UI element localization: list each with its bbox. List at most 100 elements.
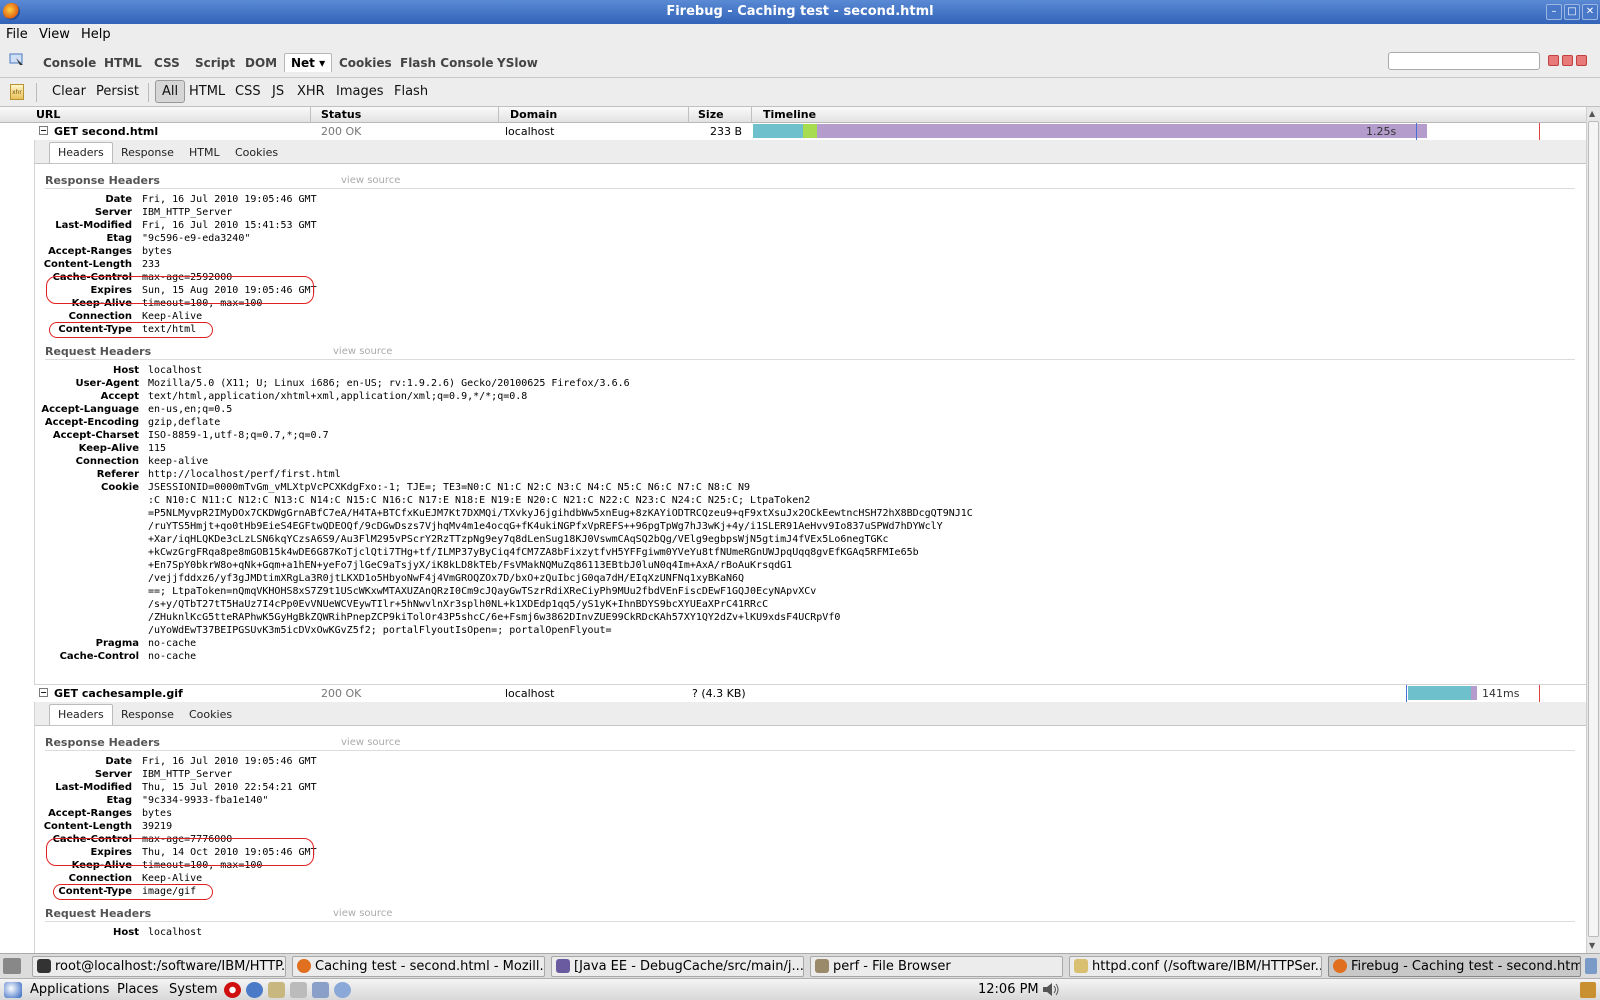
header-row: Cache-Control no-cache — [35, 650, 1535, 663]
tab-headers[interactable]: Headers — [49, 704, 113, 725]
column-timeline[interactable]: Timeline — [763, 108, 816, 121]
column-size[interactable]: Size — [698, 108, 724, 121]
inspect-icon[interactable] — [9, 53, 25, 67]
request-domain: localhost — [505, 687, 555, 700]
highlight-content-type — [53, 884, 213, 900]
header-value: ISO-8859-1,utf-8;q=0.7,*;q=0.7 — [148, 430, 329, 441]
places-menu[interactable]: Places — [117, 982, 158, 997]
tab-dom[interactable]: DOM — [245, 56, 277, 70]
column-domain[interactable]: Domain — [510, 108, 557, 121]
search-input[interactable] — [1388, 52, 1540, 70]
taskbar-item[interactable]: root@localhost:/software/IBM/HTTP... — [32, 956, 286, 977]
taskbar-item[interactable]: perf - File Browser — [810, 956, 1063, 977]
filter-flash[interactable]: Flash — [394, 84, 428, 99]
taskbar-item[interactable]: Caching test - second.html - Mozill... — [292, 956, 545, 977]
filter-images[interactable]: Images — [336, 84, 384, 99]
column-url[interactable]: URL — [36, 108, 60, 121]
tab-cookies-detail[interactable]: Cookies — [189, 708, 232, 721]
tab-html-preview[interactable]: HTML — [189, 146, 220, 159]
file-manager-icon[interactable] — [290, 982, 307, 998]
tab-script[interactable]: Script — [195, 56, 235, 70]
network-icon[interactable] — [334, 982, 351, 998]
tab-cookies-detail[interactable]: Cookies — [235, 146, 278, 159]
web-browser-icon[interactable] — [246, 982, 263, 998]
filter-js[interactable]: JS — [272, 84, 284, 99]
header-value: Fri, 16 Jul 2010 15:41:53 GMT — [142, 220, 317, 231]
response-headers-title: Response Headers — [45, 736, 160, 749]
tab-html[interactable]: HTML — [104, 56, 142, 70]
menu-help[interactable]: Help — [81, 27, 111, 42]
view-source-link[interactable]: view source — [333, 908, 392, 919]
taskbar-item[interactable]: [Java EE - DebugCache/src/main/j... — [551, 956, 804, 977]
header-name: Referer — [96, 469, 139, 480]
tab-response[interactable]: Response — [121, 708, 174, 721]
scroll-thumb[interactable] — [1588, 121, 1599, 937]
view-source-link[interactable]: view source — [341, 737, 400, 748]
header-row: Accept-Language en-us,en;q=0.5 — [35, 403, 1535, 416]
response-headers-title: Response Headers — [45, 174, 160, 187]
request-headers-title: Request Headers — [45, 907, 152, 920]
scroll-up-icon[interactable]: ▲ — [1589, 109, 1595, 118]
tab-cookies[interactable]: Cookies — [339, 56, 392, 70]
close-button[interactable]: ✕ — [1582, 4, 1598, 20]
header-value: en-us,en;q=0.5 — [148, 404, 233, 415]
tab-response[interactable]: Response — [121, 146, 174, 159]
header-name: Connection — [75, 456, 139, 467]
filter-xhr[interactable]: XHR — [297, 84, 325, 99]
header-value: 39219 — [142, 821, 173, 832]
view-source-link[interactable]: view source — [333, 346, 392, 357]
header-value: "9c596-e9-eda3240" — [142, 233, 251, 244]
vertical-scrollbar[interactable]: ▲ ▼ — [1586, 107, 1600, 953]
tab-flash-console[interactable]: Flash Console — [400, 56, 494, 70]
header-name: Accept-Language — [41, 404, 139, 415]
maximize-button[interactable]: □ — [1564, 4, 1580, 20]
detach-firebug-icon[interactable] — [1562, 55, 1573, 66]
applications-menu[interactable]: Applications — [30, 982, 109, 997]
clear-button[interactable]: Clear — [52, 84, 86, 99]
filter-html[interactable]: HTML — [189, 84, 225, 99]
tab-css[interactable]: CSS — [154, 56, 180, 70]
menu-view[interactable]: View — [39, 27, 70, 42]
show-desktop-icon[interactable] — [3, 958, 21, 974]
minimize-button[interactable]: – — [1546, 4, 1562, 20]
taskbar-item[interactable]: Firebug - Caching test - second.html — [1328, 956, 1581, 977]
filter-all[interactable]: All — [155, 80, 186, 103]
request-time: 1.25s — [1366, 125, 1397, 138]
close-firebug-icon[interactable] — [1576, 55, 1587, 66]
column-status[interactable]: Status — [321, 108, 361, 121]
scroll-down-icon[interactable]: ▼ — [1589, 941, 1595, 950]
collapse-toggle-icon[interactable]: − — [39, 688, 48, 697]
volume-icon[interactable] — [1042, 982, 1060, 997]
taskbar-item[interactable]: httpd.conf (/software/IBM/HTTPSer... — [1069, 956, 1322, 977]
header-name: Accept-Charset — [52, 430, 139, 441]
system-menu[interactable]: System — [169, 982, 217, 997]
minimize-firebug-icon[interactable] — [1548, 55, 1559, 66]
menu-file[interactable]: File — [6, 27, 28, 42]
request-row[interactable]: − GET cachesample.gif 200 OK localhost ?… — [0, 685, 1586, 702]
mail-icon[interactable] — [268, 982, 285, 998]
header-value: 115 — [148, 443, 167, 454]
persist-button[interactable]: Persist — [96, 84, 139, 99]
request-url[interactable]: GET cachesample.gif — [54, 687, 183, 700]
header-row: Connection keep-alive — [35, 455, 1535, 468]
header-value: no-cache — [148, 638, 197, 649]
collapse-toggle-icon[interactable]: − — [39, 126, 48, 135]
workspace-switcher-icon[interactable] — [1585, 958, 1597, 974]
tab-net[interactable]: Net ▾ — [284, 53, 333, 72]
header-row: Accept text/html,application/xhtml+xml,ap… — [35, 390, 1535, 403]
trash-icon[interactable] — [1580, 982, 1596, 998]
opera-icon[interactable] — [224, 982, 241, 998]
filter-css[interactable]: CSS — [235, 84, 261, 99]
header-row: Accept-Ranges bytes — [35, 807, 1535, 820]
clock[interactable]: 12:06 PM — [978, 982, 1039, 997]
header-row: Last-Modified Fri, 16 Jul 2010 15:41:53 G… — [35, 219, 1535, 232]
header-value: text/html,application/xhtml+xml,applicat… — [148, 391, 528, 402]
tab-headers[interactable]: Headers — [49, 142, 113, 163]
view-source-link[interactable]: view source — [341, 175, 400, 186]
tab-console[interactable]: Console — [43, 56, 96, 70]
tab-yslow[interactable]: YSlow — [497, 56, 538, 70]
text-editor-icon — [1074, 959, 1088, 973]
terminal-launcher-icon[interactable] — [312, 982, 329, 998]
request-url[interactable]: GET second.html — [54, 125, 158, 138]
request-row[interactable]: − GET second.html 200 OK localhost 233 B… — [0, 123, 1586, 140]
